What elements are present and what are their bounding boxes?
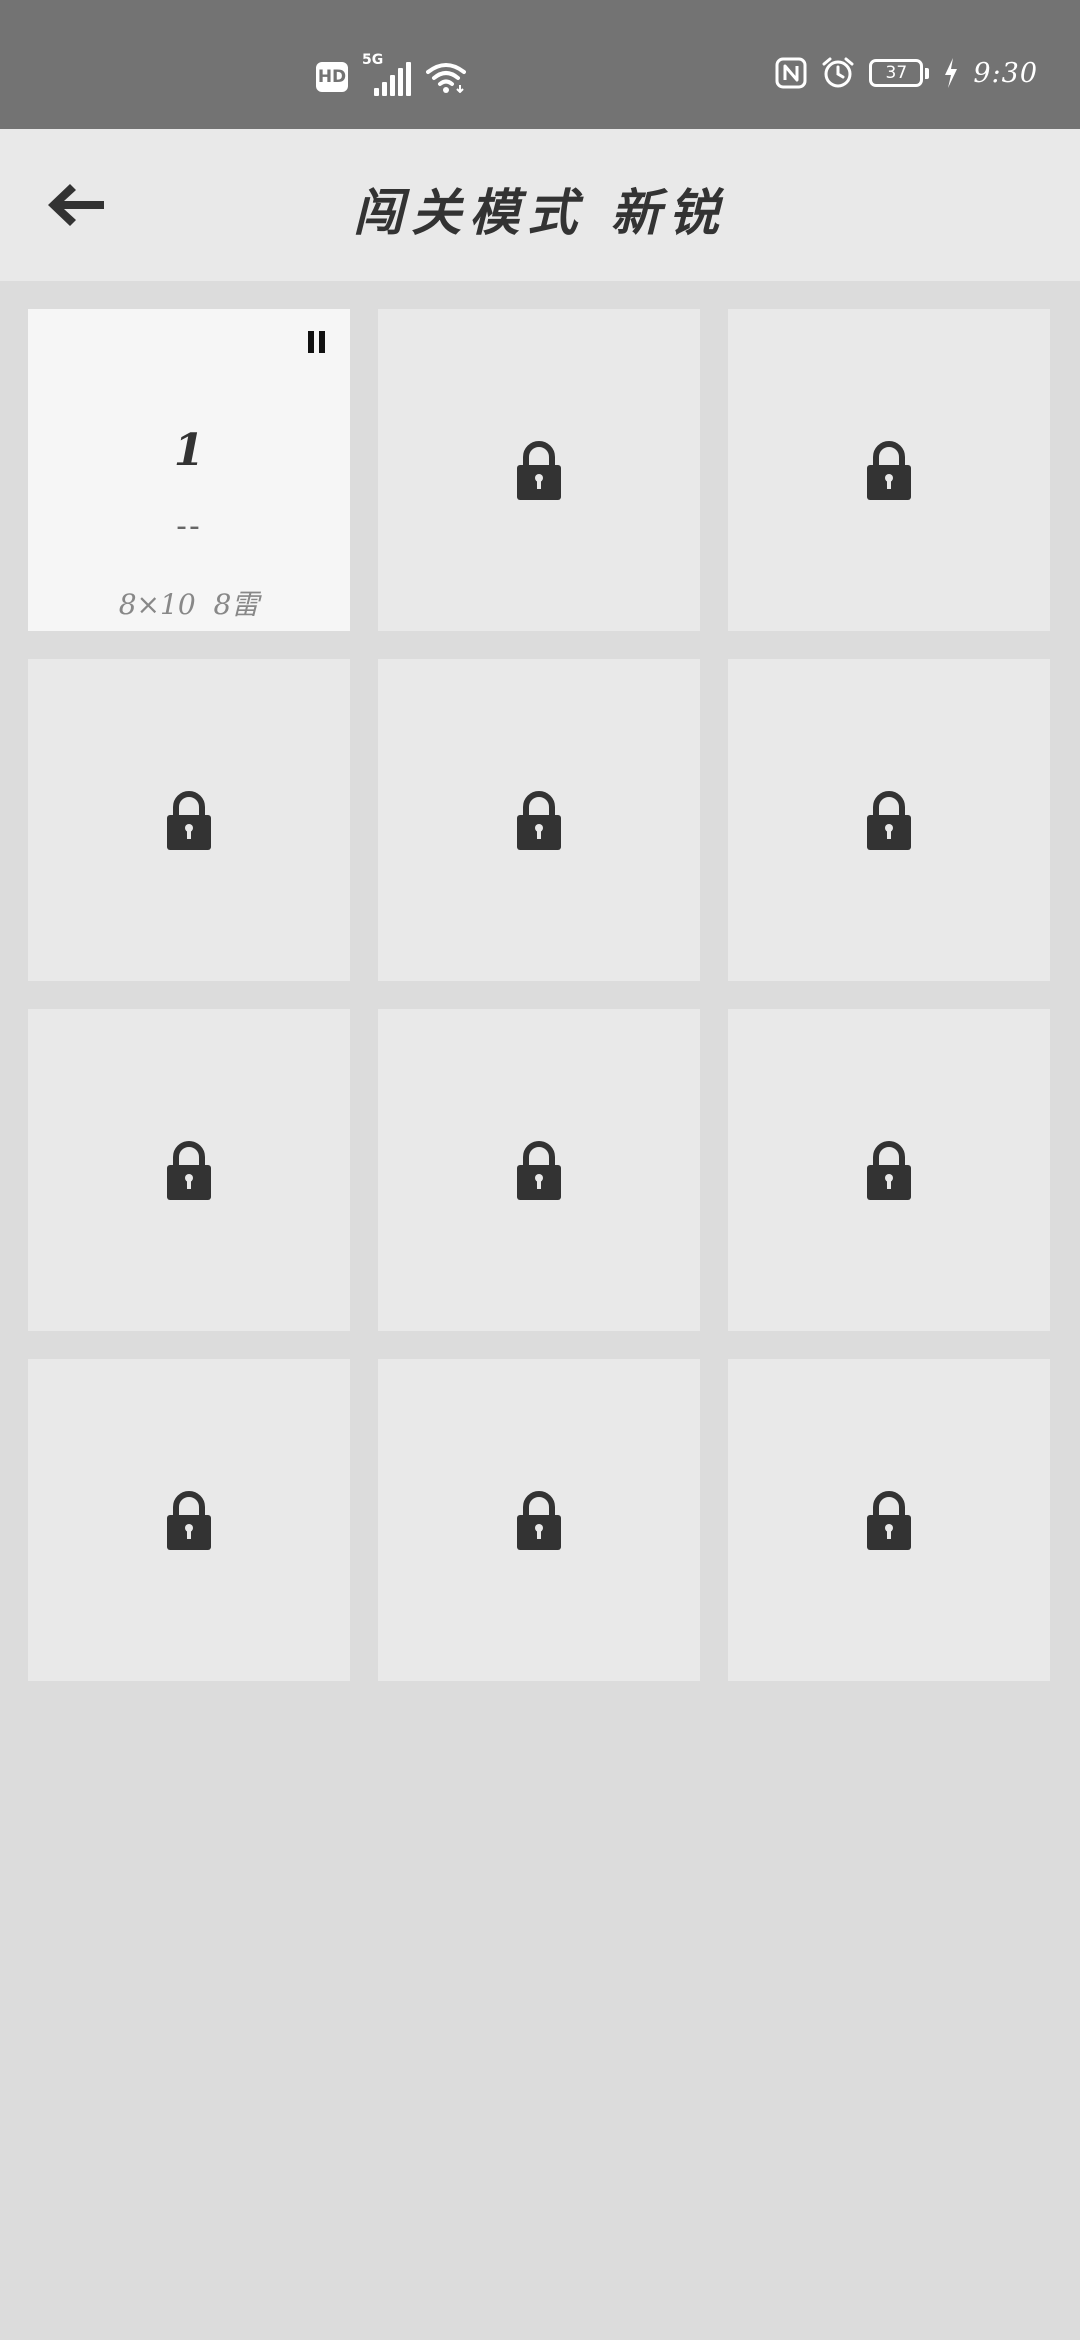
battery-level: 37 [869,59,930,87]
status-left-group: HD 5G [316,52,466,96]
lock-icon [867,441,911,500]
lock-icon [867,791,911,850]
alarm-icon [822,57,854,88]
pause-icon [308,331,328,353]
level-tile-11[interactable] [378,1359,700,1681]
level-tile-6[interactable] [728,659,1050,981]
charging-icon [945,58,958,88]
lock-icon [517,791,561,850]
level-tile-5[interactable] [378,659,700,981]
nfc-icon [775,57,807,89]
hd-icon: HD [316,62,348,92]
status-time: 9:30 [973,57,1038,89]
level-tile-3[interactable] [728,309,1050,631]
lock-icon [867,1491,911,1550]
lock-icon [167,1141,211,1200]
lock-icon [167,1491,211,1550]
app-header: 闯关模式 新锐 [0,129,1080,281]
level-grid: 1 -- 8×10 8雷 [28,309,1052,1681]
battery-icon: 37 [869,59,930,87]
page-title: 闯关模式 新锐 [353,183,727,242]
level-tile-9[interactable] [728,1009,1050,1331]
level-tile-4[interactable] [28,659,350,981]
level-tile-1[interactable]: 1 -- 8×10 8雷 [28,309,350,631]
level-tile-8[interactable] [378,1009,700,1331]
wifi-icon [426,63,466,93]
level-number: 1 [173,425,205,476]
lock-icon [167,791,211,850]
cellular-signal-icon: 5G [362,52,412,96]
lock-icon [517,441,561,500]
lock-icon [517,1141,561,1200]
lock-icon [867,1141,911,1200]
status-right-group: 37 9:30 [775,56,1038,90]
level-tile-7[interactable] [28,1009,350,1331]
status-bar: HD 5G 37 9:30 [0,0,1080,129]
level-board-config: 8×10 8雷 [118,588,260,621]
lock-icon [517,1491,561,1550]
level-tile-10[interactable] [28,1359,350,1681]
level-best-time: -- [176,509,202,544]
level-tile-2[interactable] [378,309,700,631]
level-tile-12[interactable] [728,1359,1050,1681]
